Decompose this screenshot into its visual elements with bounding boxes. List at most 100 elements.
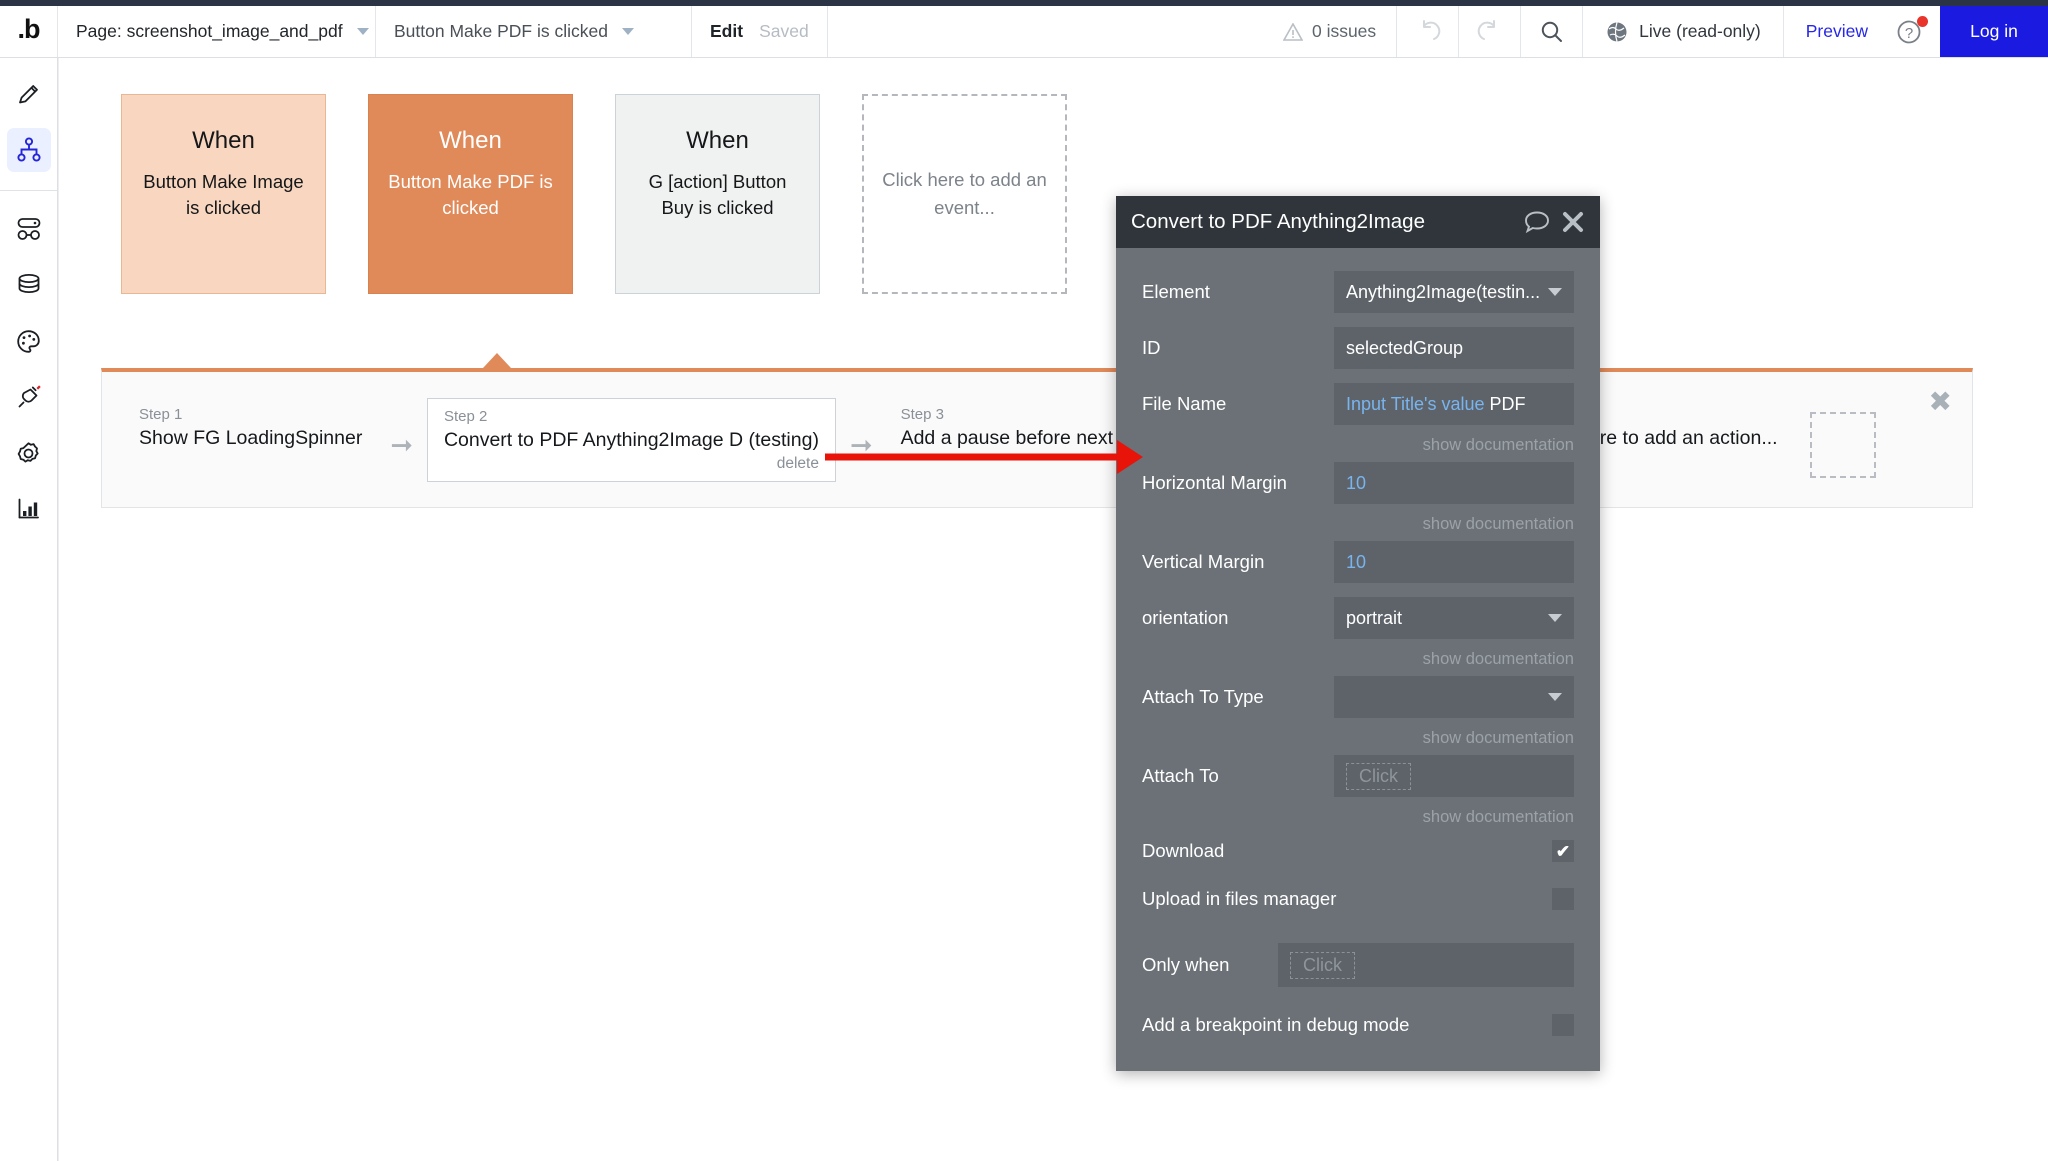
attach-to-placeholder: Click xyxy=(1346,763,1411,790)
field-row-vertical-margin: Vertical Margin 10 xyxy=(1142,534,1574,590)
field-row-attach-to: Attach To Click xyxy=(1142,748,1574,804)
api-connector-icon xyxy=(15,216,43,242)
step-arrow-icon: ➞ xyxy=(390,422,413,459)
step-number: Step 2 xyxy=(444,408,819,425)
show-documentation-link[interactable]: show documentation xyxy=(1142,650,1574,669)
event-description: G [action] Button Buy is clicked xyxy=(634,169,801,222)
file-name-input[interactable]: Input Title's value PDF xyxy=(1334,383,1574,425)
field-row-file-name: File Name Input Title's value PDF xyxy=(1142,376,1574,432)
plug-icon xyxy=(15,383,43,411)
sidebar-item-styles[interactable] xyxy=(7,319,51,363)
property-editor-header: Convert to PDF Anything2Image xyxy=(1116,196,1600,248)
download-label: Download xyxy=(1142,840,1334,862)
sidebar-item-data[interactable] xyxy=(7,263,51,307)
attach-to-label: Attach To xyxy=(1142,765,1334,787)
breakpoint-checkbox[interactable] xyxy=(1552,1014,1574,1036)
chevron-down-icon xyxy=(357,28,369,35)
breakpoint-label: Add a breakpoint in debug mode xyxy=(1142,1014,1502,1036)
search-button[interactable] xyxy=(1521,6,1583,57)
issues-indicator[interactable]: 0 issues xyxy=(1263,6,1397,57)
attach-to-type-label: Attach To Type xyxy=(1142,686,1334,708)
sidebar-item-plugins[interactable] xyxy=(7,375,51,419)
step-number: Step 1 xyxy=(139,406,362,423)
chevron-down-icon xyxy=(1548,693,1562,701)
field-row-id: ID selectedGroup xyxy=(1142,320,1574,376)
event-card-button-buy[interactable]: When G [action] Button Buy is clicked xyxy=(615,94,820,294)
only-when-input[interactable]: Click xyxy=(1278,943,1574,987)
workflow-hierarchy-icon xyxy=(15,136,43,164)
field-row-breakpoint: Add a breakpoint in debug mode xyxy=(1142,1001,1574,1049)
horizontal-margin-input[interactable]: 10 xyxy=(1334,462,1574,504)
redo-button[interactable] xyxy=(1459,6,1521,57)
chevron-down-icon xyxy=(1548,288,1562,296)
orientation-dropdown[interactable]: portrait xyxy=(1334,597,1574,639)
edit-status-group: Edit Saved xyxy=(692,6,828,57)
workflow-selector[interactable]: Button Make PDF is clicked xyxy=(376,6,692,57)
file-name-label: File Name xyxy=(1142,393,1334,415)
bubble-logo[interactable]: .b xyxy=(0,6,58,57)
event-description: Button Make Image is clicked xyxy=(140,169,307,222)
attach-to-input[interactable]: Click xyxy=(1334,755,1574,797)
login-label: Log in xyxy=(1970,21,2018,42)
event-card-make-image[interactable]: When Button Make Image is clicked xyxy=(121,94,326,294)
id-input[interactable]: selectedGroup xyxy=(1334,327,1574,369)
vertical-margin-input[interactable]: 10 xyxy=(1334,541,1574,583)
attach-to-type-dropdown[interactable] xyxy=(1334,676,1574,718)
event-card-make-pdf[interactable]: When Button Make PDF is clicked xyxy=(368,94,573,294)
page-selector-label: Page: screenshot_image_and_pdf xyxy=(76,21,343,42)
login-button[interactable]: Log in xyxy=(1940,6,2048,57)
sidebar-item-design[interactable] xyxy=(7,72,51,116)
database-icon xyxy=(15,272,43,298)
sidebar-item-settings[interactable] xyxy=(7,431,51,475)
element-dropdown[interactable]: Anything2Image(testin... xyxy=(1334,271,1574,313)
vertical-margin-label: Vertical Margin xyxy=(1142,551,1334,573)
pencil-icon xyxy=(16,81,42,107)
download-checkbox[interactable]: ✔ xyxy=(1552,840,1574,862)
show-documentation-link[interactable]: show documentation xyxy=(1142,729,1574,748)
sidebar-item-logs[interactable] xyxy=(7,487,51,531)
sidebar-item-api-connector[interactable] xyxy=(7,207,51,251)
sidebar-item-workflow[interactable] xyxy=(7,128,51,172)
page-selector[interactable]: Page: screenshot_image_and_pdf xyxy=(58,6,376,57)
add-step-placeholder[interactable] xyxy=(1810,412,1876,478)
redo-icon xyxy=(1477,19,1503,45)
add-event-placeholder[interactable]: Click here to add an event... xyxy=(862,94,1067,294)
field-row-element: Element Anything2Image(testin... xyxy=(1142,264,1574,320)
show-documentation-link[interactable]: show documentation xyxy=(1142,515,1574,534)
property-editor-body: Element Anything2Image(testin... ID sele… xyxy=(1116,248,1600,1071)
top-bar: .b Page: screenshot_image_and_pdf Button… xyxy=(0,6,2048,58)
step-item-1[interactable]: Step 1 Show FG LoadingSpinner xyxy=(125,398,376,456)
annotation-arrow-icon xyxy=(825,434,1145,480)
chevron-down-icon xyxy=(622,28,634,35)
close-icon xyxy=(1562,211,1584,233)
show-documentation-link[interactable]: show documentation xyxy=(1142,436,1574,455)
field-row-horizontal-margin: Horizontal Margin 10 xyxy=(1142,455,1574,511)
preview-button[interactable]: Preview xyxy=(1784,6,1890,57)
show-documentation-link[interactable]: show documentation xyxy=(1142,808,1574,827)
step-item-2[interactable]: Step 2 Convert to PDF Anything2Image D (… xyxy=(427,398,836,482)
horizontal-margin-label: Horizontal Margin xyxy=(1142,472,1334,494)
gear-icon xyxy=(15,440,42,467)
bubble-editor-window: .b Page: screenshot_image_and_pdf Button… xyxy=(0,0,2048,1161)
close-property-editor-button[interactable] xyxy=(1562,211,1584,233)
field-row-download: Download ✔ xyxy=(1142,827,1574,875)
globe-icon xyxy=(1605,20,1629,44)
workflow-selector-label: Button Make PDF is clicked xyxy=(394,21,608,42)
event-card-row: When Button Make Image is clicked When B… xyxy=(121,94,1067,294)
version-label: Live (read-only) xyxy=(1639,21,1761,42)
help-button[interactable]: ? xyxy=(1890,6,1940,57)
comment-button[interactable] xyxy=(1524,210,1550,234)
issues-count-label: 0 issues xyxy=(1312,21,1376,42)
version-selector[interactable]: Live (read-only) xyxy=(1583,6,1784,57)
property-editor-title: Convert to PDF Anything2Image xyxy=(1131,210,1512,234)
close-steps-panel-button[interactable]: ✖ xyxy=(1929,388,1952,416)
element-value: Anything2Image(testin... xyxy=(1346,282,1540,303)
undo-button[interactable] xyxy=(1397,6,1459,57)
upload-files-manager-checkbox[interactable] xyxy=(1552,888,1574,910)
workflow-canvas: When Button Make Image is clicked When B… xyxy=(58,58,2048,1161)
step-delete-link[interactable]: delete xyxy=(444,455,819,473)
field-row-attach-to-type: Attach To Type xyxy=(1142,669,1574,725)
edit-label[interactable]: Edit xyxy=(710,21,743,42)
id-value: selectedGroup xyxy=(1346,338,1463,359)
action-property-editor: Convert to PDF Anything2Image Element An… xyxy=(1116,196,1600,1071)
